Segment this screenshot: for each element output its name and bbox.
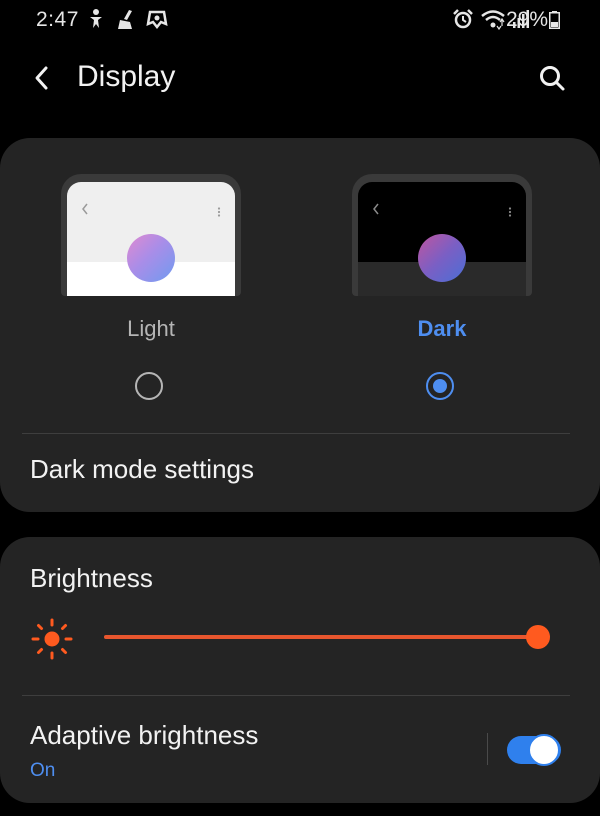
alarm-icon	[452, 8, 474, 35]
preview-avatar	[418, 234, 466, 282]
theme-option-dark[interactable]: Dark	[352, 174, 532, 414]
search-icon	[538, 64, 566, 97]
preview-avatar	[127, 234, 175, 282]
brightness-card: Brightness Adaptive brightness On	[0, 537, 600, 803]
theme-label-light: Light	[127, 316, 175, 341]
adaptive-brightness-toggle[interactable]	[507, 734, 561, 766]
page-title: Display	[77, 60, 176, 93]
preview-more-icon	[508, 204, 512, 222]
brightness-title: Brightness	[30, 563, 153, 593]
adaptive-brightness-label[interactable]: Adaptive brightness	[30, 720, 258, 751]
cleaning-icon	[115, 8, 137, 35]
app-bar: Display	[0, 50, 600, 110]
battery-icon	[549, 11, 560, 34]
light-preview-screen	[67, 182, 235, 296]
back-arrow-icon	[32, 64, 52, 97]
toggle-knob	[528, 734, 560, 766]
battery-percent: 29%	[505, 8, 548, 31]
wifi-icon	[480, 8, 506, 35]
search-button[interactable]	[534, 62, 570, 98]
light-preview[interactable]	[61, 174, 241, 296]
theme-card: Light Dark Dark mode settings	[0, 138, 600, 512]
brightness-slider[interactable]	[104, 625, 550, 649]
theme-option-light[interactable]: Light	[61, 174, 241, 414]
status-bar: 2:47 29%	[0, 0, 600, 42]
brightness-slider-thumb[interactable]	[526, 625, 550, 649]
radio-dark-selected-dot	[433, 379, 447, 393]
preview-more-icon	[217, 204, 221, 222]
brightness-slider-fill	[104, 635, 538, 639]
game-icon	[146, 8, 168, 35]
dark-mode-settings-item[interactable]: Dark mode settings	[30, 454, 254, 485]
dark-preview[interactable]	[352, 174, 532, 296]
theme-label-dark: Dark	[417, 316, 467, 341]
dark-preview-screen	[358, 182, 526, 296]
preview-back-icon	[372, 202, 380, 220]
vertical-divider	[487, 733, 488, 765]
divider	[22, 695, 570, 696]
divider	[22, 433, 570, 434]
radio-dark[interactable]	[426, 372, 454, 400]
preview-back-icon	[81, 202, 89, 220]
status-time: 2:47	[36, 8, 79, 31]
status-left-icons	[86, 8, 168, 35]
sun-icon	[31, 618, 73, 665]
adaptive-brightness-status: On	[30, 760, 56, 781]
back-button[interactable]	[24, 62, 60, 98]
accessibility-icon	[86, 8, 106, 35]
radio-light[interactable]	[135, 372, 163, 400]
